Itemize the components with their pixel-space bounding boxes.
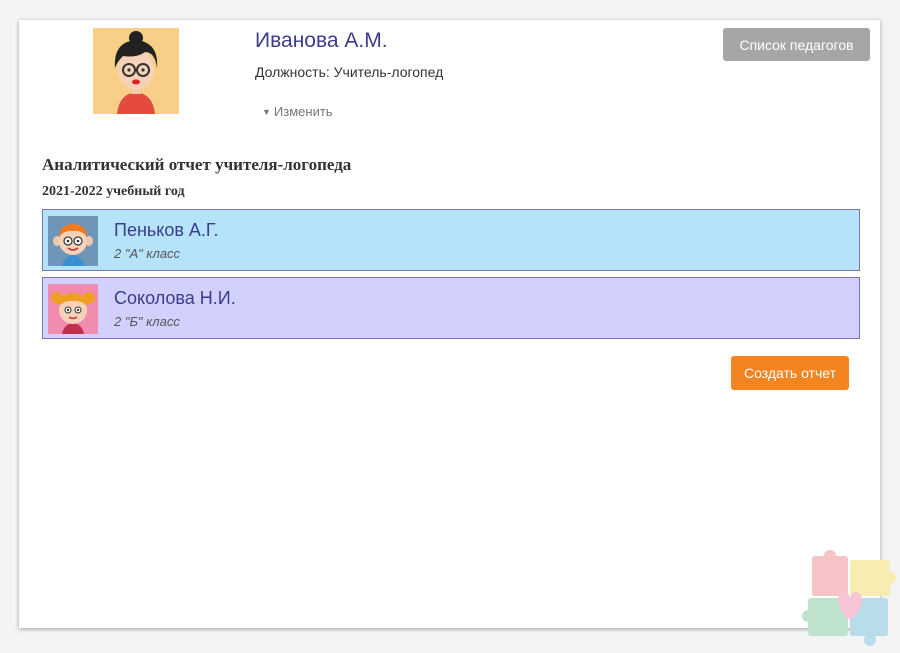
student-name: Пеньков А.Г. bbox=[114, 220, 219, 240]
teacher-name: Иванова А.М. bbox=[255, 29, 388, 52]
student-class: 2 "Б" класс bbox=[114, 314, 180, 329]
school-year: 2021-2022 учебный год bbox=[42, 184, 185, 199]
student-item[interactable]: Соколова Н.И. 2 "Б" класс bbox=[42, 277, 860, 339]
student-avatar bbox=[48, 284, 98, 334]
teachers-list-button[interactable]: Список педагогов bbox=[723, 28, 870, 61]
student-name: Соколова Н.И. bbox=[114, 288, 236, 308]
teacher-position: Должность: Учитель-логопед bbox=[255, 64, 444, 80]
teacher-portrait-icon bbox=[93, 28, 179, 114]
caret-down-icon: ▼ bbox=[262, 107, 271, 117]
girl-avatar-icon bbox=[48, 284, 98, 334]
report-card: Иванова А.М. Должность: Учитель-логопед … bbox=[19, 20, 880, 628]
boy-avatar-icon bbox=[48, 216, 98, 266]
create-report-button[interactable]: Создать отчет bbox=[731, 356, 849, 390]
student-class: 2 "А" класс bbox=[114, 246, 181, 261]
student-item[interactable]: Пеньков А.Г. 2 "А" класс bbox=[42, 209, 860, 271]
teacher-avatar bbox=[93, 28, 179, 114]
puzzle-heart-logo bbox=[800, 548, 900, 648]
change-link[interactable]: ▼ Изменить bbox=[262, 104, 333, 119]
report-title: Аналитический отчет учителя-логопеда bbox=[42, 155, 352, 174]
puzzle-logo-icon bbox=[802, 550, 896, 646]
change-label: Изменить bbox=[273, 104, 333, 119]
student-avatar bbox=[48, 216, 98, 266]
